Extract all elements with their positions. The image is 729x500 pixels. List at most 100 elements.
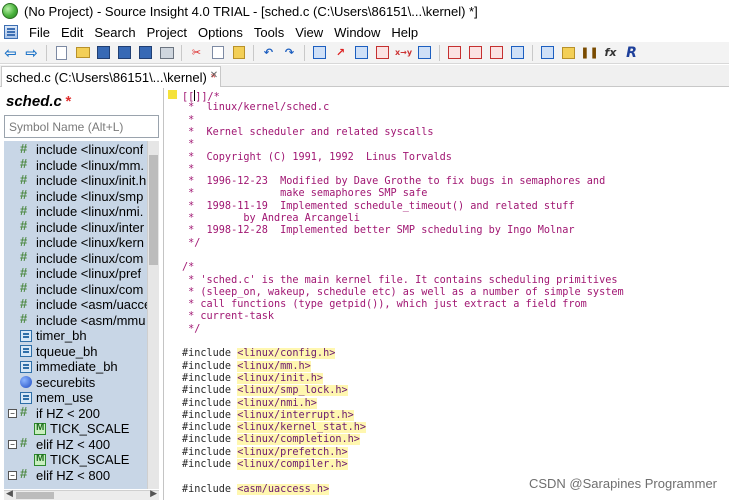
paste-icon[interactable] xyxy=(232,46,245,59)
symbol-name: include <linux/inter xyxy=(36,219,145,235)
scrollbar-thumb[interactable] xyxy=(149,155,158,265)
menu-file[interactable]: File xyxy=(24,25,56,40)
code-line: * linux/kernel/sched.c xyxy=(182,102,329,114)
symbol-list-scrollbar[interactable] xyxy=(147,141,159,489)
menu-tools[interactable]: Tools xyxy=(249,25,290,40)
menu-view[interactable]: View xyxy=(290,25,329,40)
collapse-icon[interactable]: − xyxy=(8,408,17,418)
horizontal-scrollbar[interactable]: ◀ ▶ xyxy=(4,489,159,500)
rename-icon[interactable] xyxy=(418,46,431,59)
save-icon[interactable] xyxy=(97,46,110,59)
book-icon[interactable]: ❚❚ xyxy=(580,45,598,61)
include-symbol-icon xyxy=(20,435,32,450)
save-multiple-icon[interactable] xyxy=(139,46,152,59)
cut-icon[interactable]: ✂ xyxy=(189,45,205,61)
include-path: <linux/interrupt.h> xyxy=(237,409,354,421)
symbol-name: elif HZ < 800 xyxy=(36,467,111,483)
menu-window[interactable]: Window xyxy=(329,25,386,40)
home-icon[interactable] xyxy=(511,46,524,59)
symbol-list-item[interactable]: TICK_SCALE xyxy=(4,421,159,437)
toolbar-separator xyxy=(46,44,47,61)
symbol-list-item[interactable]: include <linux/pref xyxy=(4,265,159,282)
symbol-list-item[interactable]: include <linux/kern xyxy=(4,234,159,251)
redo-icon[interactable]: ↷ xyxy=(282,45,298,61)
symbol-list-item[interactable]: − if HZ < 200 xyxy=(4,404,159,422)
search-files-icon[interactable] xyxy=(376,46,389,59)
symbol-list-item[interactable]: TICK_SCALE xyxy=(4,452,159,468)
symbol-list-item[interactable]: include <asm/uacce xyxy=(4,296,159,313)
collapse-icon[interactable]: − xyxy=(8,470,17,480)
symbol-name: elif HZ < 400 xyxy=(36,436,111,452)
document-menu-icon[interactable] xyxy=(4,25,18,39)
save-all-icon[interactable] xyxy=(118,46,131,59)
symbol-name: if HZ < 200 xyxy=(36,405,100,421)
symbol-list-item[interactable]: − elif HZ < 800 xyxy=(4,466,159,484)
code-line: #include <linux/kernel_stat.h> xyxy=(182,422,367,434)
lookup-icon[interactable] xyxy=(355,46,368,59)
code-token: * xyxy=(182,114,195,126)
symbol-list-item[interactable]: include <linux/inter xyxy=(4,218,159,236)
undo-icon[interactable]: ↶ xyxy=(261,45,277,61)
symbol-list-item[interactable]: include <linux/conf xyxy=(4,141,159,158)
macro-symbol-icon xyxy=(20,345,32,358)
symbol-list-item[interactable]: include <linux/nmi. xyxy=(4,203,159,220)
symbol-search-input[interactable] xyxy=(4,115,159,138)
jump-icon[interactable]: ↗ xyxy=(333,45,349,61)
code-line: #include <linux/prefetch.h> xyxy=(182,446,348,459)
symbol-list-item[interactable]: include <linux/mm. xyxy=(4,156,159,174)
symbol-name: include <linux/init.h xyxy=(36,173,147,189)
symbol-name: TICK_SCALE xyxy=(50,452,130,468)
collapse-icon[interactable]: − xyxy=(8,439,17,449)
replace-xy-icon[interactable]: x→y xyxy=(395,45,412,61)
menu-project[interactable]: Project xyxy=(142,25,193,40)
symbol-window-icon[interactable] xyxy=(541,46,554,59)
symbol-list-item[interactable]: mem_use xyxy=(4,390,159,406)
symbol-list-item[interactable]: include <linux/smp xyxy=(4,187,159,205)
symbol-list-item[interactable]: include <asm/mmu xyxy=(4,311,159,329)
forward-arrow-icon[interactable]: ⇨ xyxy=(24,45,40,61)
menu-edit[interactable]: Edit xyxy=(56,25,89,40)
close-tab-icon[interactable]: ✕ xyxy=(208,70,220,82)
tab-sched-c[interactable]: sched.c (C:\Users\86151\...\kernel) * xyxy=(1,66,221,87)
include-symbol-icon xyxy=(20,156,32,171)
fx-icon[interactable]: fx xyxy=(603,45,619,61)
menu-help[interactable]: Help xyxy=(386,25,424,40)
include-path: <linux/prefetch.h> xyxy=(237,446,348,458)
keyword-icon[interactable] xyxy=(562,46,575,59)
print-icon[interactable] xyxy=(159,46,174,59)
symbol-list-item[interactable]: include <linux/com xyxy=(4,249,159,267)
code-token: * linux/kernel/sched.c xyxy=(182,102,330,114)
new-file-icon[interactable] xyxy=(56,45,67,60)
browse-icon[interactable] xyxy=(313,46,326,59)
bookmark-red-icon[interactable] xyxy=(448,46,461,59)
menu-options[interactable]: Options xyxy=(193,25,249,40)
code-editor[interactable]: [[]]/* * linux/kernel/sched.c * * Kernel… xyxy=(180,88,729,500)
menu-search[interactable]: Search xyxy=(89,25,141,40)
symbol-list-item[interactable]: include <linux/com xyxy=(4,280,159,298)
copy-icon[interactable] xyxy=(211,46,224,59)
symbol-name: include <asm/uacce xyxy=(36,297,152,313)
symbol-list-item[interactable]: tqueue_bh xyxy=(4,344,159,360)
symbol-list-item[interactable]: securebits xyxy=(4,375,159,391)
editor-gutter xyxy=(164,88,180,500)
symbol-name: include <linux/smp xyxy=(36,188,144,204)
relation-icon[interactable]: R xyxy=(624,45,640,61)
scroll-right-icon[interactable]: ▶ xyxy=(150,489,157,499)
tab-bar: sched.c (C:\Users\86151\...\kernel) * ✕ xyxy=(0,65,729,87)
include-symbol-icon xyxy=(20,234,32,249)
toolbar-separator xyxy=(532,44,533,61)
symbol-name: timer_bh xyxy=(36,328,87,344)
symbol-list-item[interactable]: timer_bh xyxy=(4,328,159,344)
symbol-name: mem_use xyxy=(36,390,94,406)
code-token: #include xyxy=(182,385,238,397)
symbol-list-item[interactable]: − elif HZ < 400 xyxy=(4,435,159,453)
back-arrow-icon[interactable]: ⇦ xyxy=(3,45,19,61)
symbol-list-item[interactable]: include <linux/init.h xyxy=(4,172,159,189)
open-folder-icon[interactable] xyxy=(75,47,90,58)
scroll-left-icon[interactable]: ◀ xyxy=(6,489,13,499)
scrollbar-thumb[interactable] xyxy=(16,492,54,499)
bookmark-next-icon[interactable] xyxy=(490,46,503,59)
code-token: #include xyxy=(182,483,238,495)
bookmark-blue-icon[interactable] xyxy=(469,46,482,59)
symbol-list-item[interactable]: immediate_bh xyxy=(4,359,159,375)
